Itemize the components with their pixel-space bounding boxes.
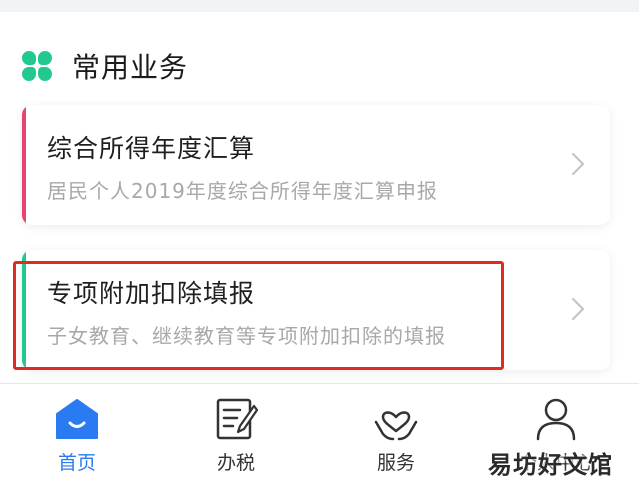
tab-label: 服务	[376, 452, 415, 474]
person-icon	[536, 398, 576, 441]
chevron-right-icon	[571, 297, 585, 321]
annual-settlement-card[interactable]: 综合所得年度汇算 居民个人2019年度综合所得年度汇算申报	[22, 105, 610, 225]
tab-home[interactable]: 首页	[17, 396, 137, 476]
tab-label: 办税	[216, 452, 255, 474]
service-heart-icon	[374, 411, 418, 441]
card-accent-bar	[22, 105, 26, 225]
tab-label: 首页	[57, 452, 96, 474]
tax-form-icon	[216, 398, 259, 440]
home-icon	[56, 399, 98, 439]
tab-tax[interactable]: 办税	[176, 396, 296, 476]
special-deduction-card[interactable]: 专项附加扣除填报 子女教育、继续教育等专项附加扣除的填报	[22, 250, 610, 370]
card-accent-bar	[22, 250, 26, 370]
chevron-right-icon	[571, 152, 585, 176]
card-subtitle: 子女教育、继续教育等专项附加扣除的填报	[47, 324, 446, 348]
tab-service[interactable]: 服务	[336, 396, 456, 476]
card-title: 综合所得年度汇算	[47, 134, 256, 163]
section-header: 常用业务	[22, 48, 188, 84]
top-strip	[0, 0, 639, 12]
section-title: 常用业务	[72, 51, 189, 84]
watermark-text: 易坊好文馆	[488, 451, 613, 479]
clover-icon	[22, 51, 52, 81]
card-title: 专项附加扣除填报	[47, 279, 256, 308]
card-subtitle: 居民个人2019年度综合所得年度汇算申报	[47, 179, 438, 203]
